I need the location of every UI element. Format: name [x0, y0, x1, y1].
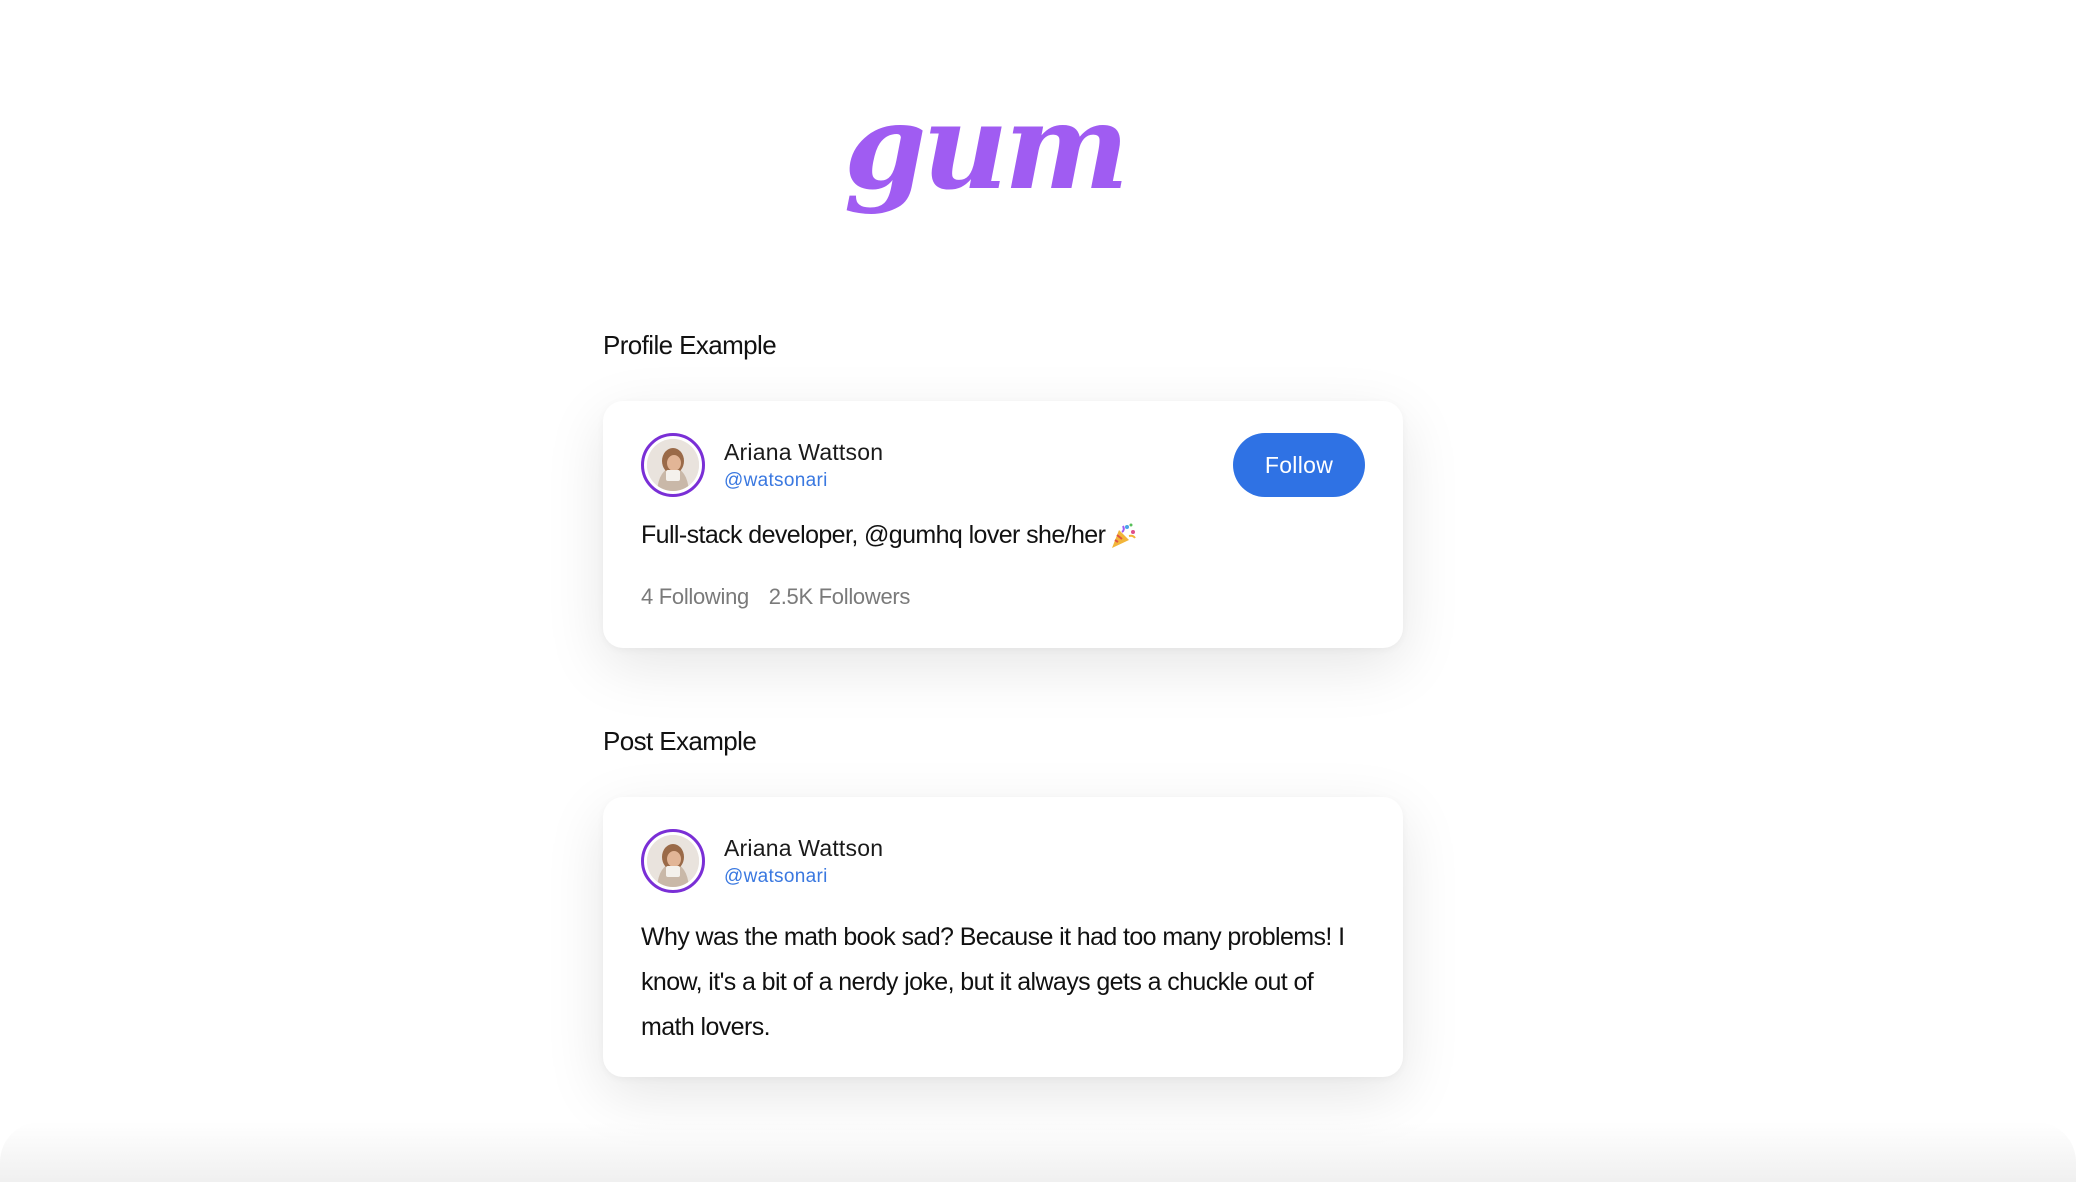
post-author-name: Ariana Wattson: [724, 835, 884, 861]
logo-text: gum: [844, 90, 1125, 216]
party-popper-icon: [1112, 523, 1137, 548]
profile-bio: Full-stack developer, @gumhq lover she/h…: [641, 521, 1137, 550]
following-count[interactable]: 4 Following: [641, 584, 749, 609]
follow-button[interactable]: Follow: [1233, 433, 1365, 497]
profile-stats: 4 Following 2.5K Followers: [641, 584, 924, 610]
avatar[interactable]: [641, 433, 705, 497]
avatar-photo: [647, 835, 699, 887]
bio-text: Full-stack developer, @gumhq lover she/h…: [641, 521, 1106, 549]
profile-card: Ariana Wattson @watsonari Follow Full-st…: [603, 401, 1403, 648]
followers-count[interactable]: 2.5K Followers: [769, 584, 911, 609]
post-body: Why was the math book sad? Because it ha…: [641, 923, 1345, 1041]
bottom-divider-shadow: [0, 1122, 2076, 1182]
profile-handle[interactable]: @watsonari: [724, 470, 828, 492]
post-section-title: Post Example: [603, 726, 757, 756]
profile-name: Ariana Wattson: [724, 439, 884, 465]
avatar[interactable]: [641, 829, 705, 893]
avatar-photo: [647, 439, 699, 491]
post-author-handle[interactable]: @watsonari: [724, 866, 828, 888]
post-card: Ariana Wattson @watsonari Why was the ma…: [603, 797, 1403, 1077]
gum-logo: gum: [844, 90, 1129, 216]
profile-section-title: Profile Example: [603, 330, 777, 360]
